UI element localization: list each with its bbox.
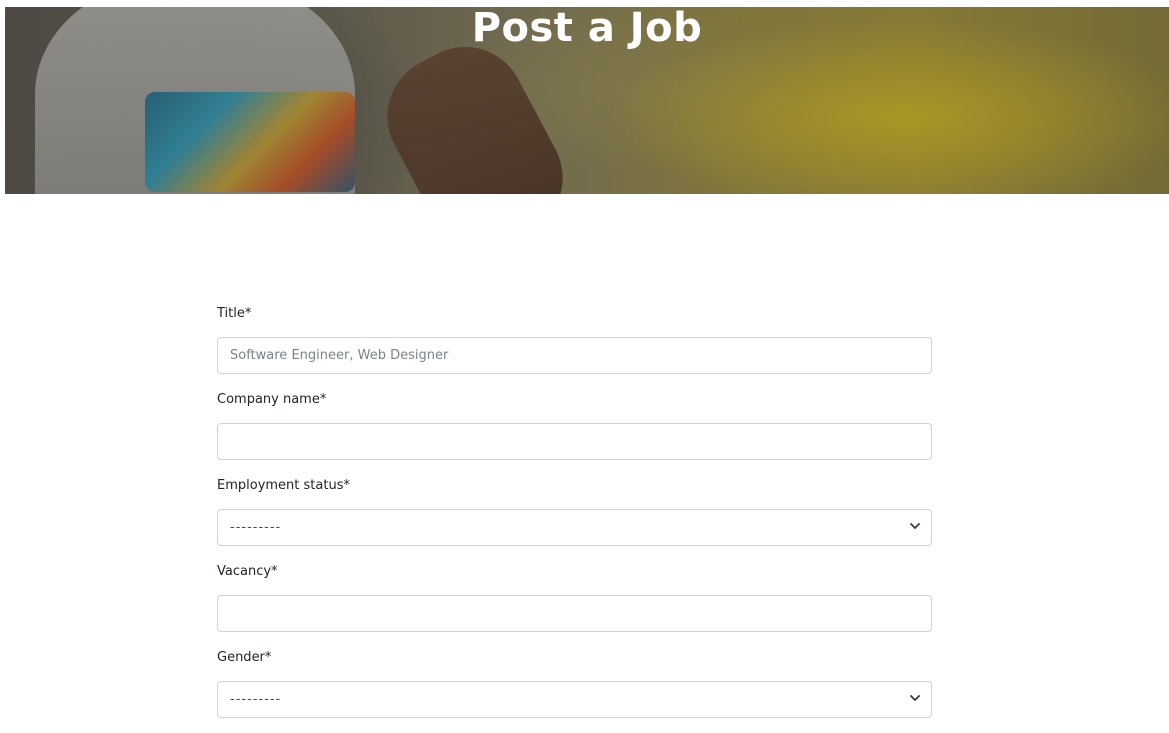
company-name-field[interactable] bbox=[217, 423, 932, 460]
chevron-down-icon bbox=[910, 521, 920, 531]
post-job-form: Title* Company name* Employment status* … bbox=[217, 303, 932, 733]
employment-status-selected-value: --------- bbox=[230, 520, 282, 535]
title-input[interactable] bbox=[230, 348, 919, 363]
gender-label: Gender* bbox=[217, 650, 272, 665]
employment-status-label: Employment status* bbox=[217, 478, 350, 493]
title-field[interactable] bbox=[217, 337, 932, 374]
page-title: Post a Job bbox=[471, 7, 703, 51]
company-name-label: Company name* bbox=[217, 392, 327, 407]
hero-banner: Post a Job bbox=[5, 7, 1169, 194]
vacancy-field[interactable] bbox=[217, 595, 932, 632]
chevron-down-icon bbox=[910, 693, 920, 703]
title-label: Title* bbox=[217, 306, 252, 321]
employment-status-select[interactable]: --------- bbox=[217, 509, 932, 546]
gender-select[interactable]: --------- bbox=[217, 681, 932, 718]
gender-selected-value: --------- bbox=[230, 692, 282, 707]
vacancy-input[interactable] bbox=[230, 606, 919, 621]
company-name-input[interactable] bbox=[230, 434, 919, 449]
vacancy-label: Vacancy* bbox=[217, 564, 278, 579]
